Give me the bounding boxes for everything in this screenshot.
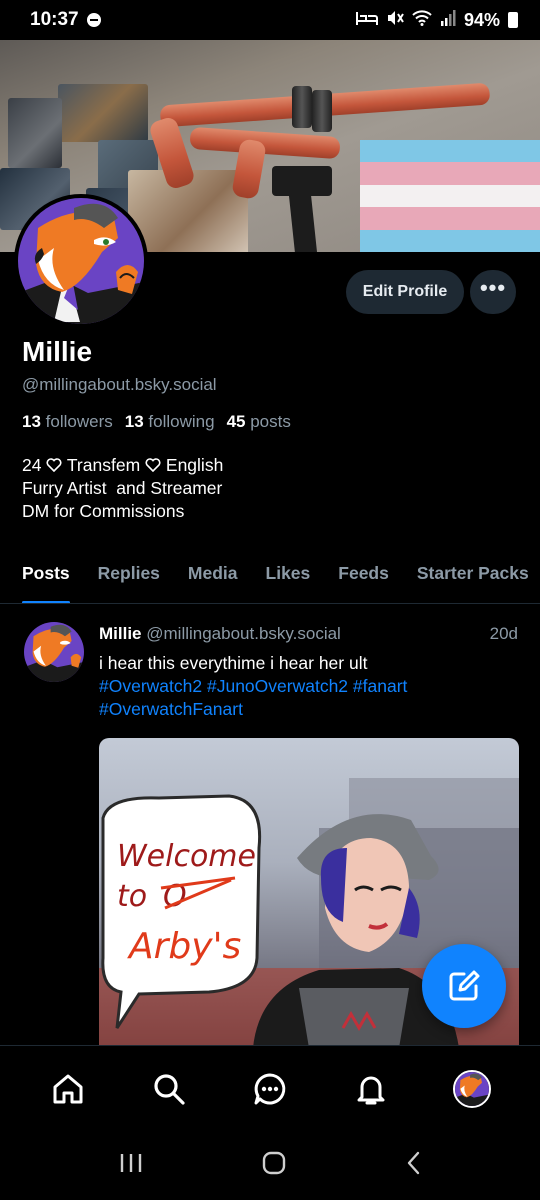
bio-line-2: Furry Artist and Streamer [22,478,223,498]
bottom-navigation [0,1045,540,1131]
tab-posts[interactable]: Posts [0,556,84,603]
bell-icon [357,1076,385,1104]
post-tag[interactable]: #fanart [353,676,407,696]
post-author-avatar[interactable] [24,622,84,682]
posts-count: 45 [226,412,246,431]
tab-replies[interactable]: Replies [84,556,174,603]
system-navigation [0,1131,540,1200]
nav-notifications[interactable] [341,1059,401,1119]
followers-count: 13 [22,412,41,431]
banner-can-1 [292,86,312,128]
banner-can-2 [312,90,332,132]
wifi-icon [412,10,432,30]
chat-icon [254,1073,286,1104]
post-tag[interactable]: #JunoOverwatch2 [207,676,348,696]
bio-language: English [165,455,224,475]
banner-photo-1 [58,84,148,142]
status-bar: 10:37 94% [0,0,540,40]
posts-stat: 45 posts [227,412,291,432]
post-image-word-welcome: Welcome [117,839,256,874]
compose-post-button[interactable] [422,944,506,1028]
post-author-name[interactable]: Millie [99,624,142,643]
more-options-button[interactable]: ••• [470,270,516,314]
post-image-word-to: to [117,879,147,914]
tab-media[interactable]: Media [174,556,252,603]
home-circle-icon [262,1151,286,1175]
compose-icon [449,970,480,1001]
home-icon [53,1074,83,1103]
bio-identity: Transfem [66,455,141,475]
back-icon [407,1151,419,1175]
edit-profile-button[interactable]: Edit Profile [346,270,464,314]
battery-icon [508,12,518,28]
bio-age: 24 [22,455,42,475]
search-icon [154,1073,185,1105]
profile-avatar[interactable] [14,194,148,328]
following-stat[interactable]: 13 following [125,412,215,432]
nav-profile[interactable] [442,1059,502,1119]
banner-photo-2 [8,98,62,168]
profile-avatar-small [452,1069,491,1108]
post-tag[interactable]: #Overwatch2 [99,676,202,696]
recent-apps-button[interactable] [119,1152,143,1179]
following-count: 13 [124,412,144,431]
bio-line-1: 24 Transfem English [22,454,223,477]
followers-label: followers [45,412,113,431]
dnd-icon [86,13,101,27]
profile-stats: 13 followers 13 following 45 posts [22,412,291,432]
followers-stat[interactable]: 13 followers [22,412,113,432]
battery-percent: 94% [463,9,500,30]
post-timestamp[interactable]: 20d [490,624,518,644]
post-body: i hear this everythime i hear her ult #O… [99,652,519,721]
sleep-icon [355,10,378,30]
profile-bio: 24 Transfem English Furry Artist and Str… [22,454,223,523]
banner-flag [360,140,540,252]
nav-chat[interactable] [240,1059,300,1119]
post-image-word-arbys: Arby's [127,926,241,967]
mute-icon [386,10,404,30]
post-text: i hear this everythime i hear her ult [99,653,368,673]
post-author-handle[interactable]: @millingabout.bsky.social [146,624,341,643]
post-tag[interactable]: #OverwatchFanart [99,699,243,719]
more-dots-icon: ••• [479,275,507,300]
tab-likes[interactable]: Likes [252,556,325,603]
signal-icon [440,10,456,30]
banner-prop-2 [288,189,318,252]
home-system-button[interactable] [262,1151,286,1180]
back-button[interactable] [405,1151,421,1180]
bio-line-3: DM for Commissions [22,501,185,521]
nav-search[interactable] [139,1059,199,1119]
heart-icon [46,458,62,473]
profile-tabs: Posts Replies Media Likes Feeds Starter … [0,556,540,604]
post-header: Millie @millingabout.bsky.social [99,624,341,644]
tab-feeds[interactable]: Feeds [324,556,403,603]
status-time: 10:37 [30,9,79,30]
profile-handle: @millingabout.bsky.social [22,375,217,394]
profile-name: Millie [22,336,93,367]
status-right: 94% [355,9,518,31]
following-label: following [148,412,215,431]
post-tags: #Overwatch2 #JunoOverwatch2 #fanart #Ove… [99,675,519,721]
heart-icon [145,458,161,473]
posts-label: posts [250,412,291,431]
status-time-group: 10:37 [30,9,101,31]
recents-icon [121,1154,142,1172]
nav-home[interactable] [38,1059,98,1119]
tab-starter-packs[interactable]: Starter Packs [403,556,540,603]
